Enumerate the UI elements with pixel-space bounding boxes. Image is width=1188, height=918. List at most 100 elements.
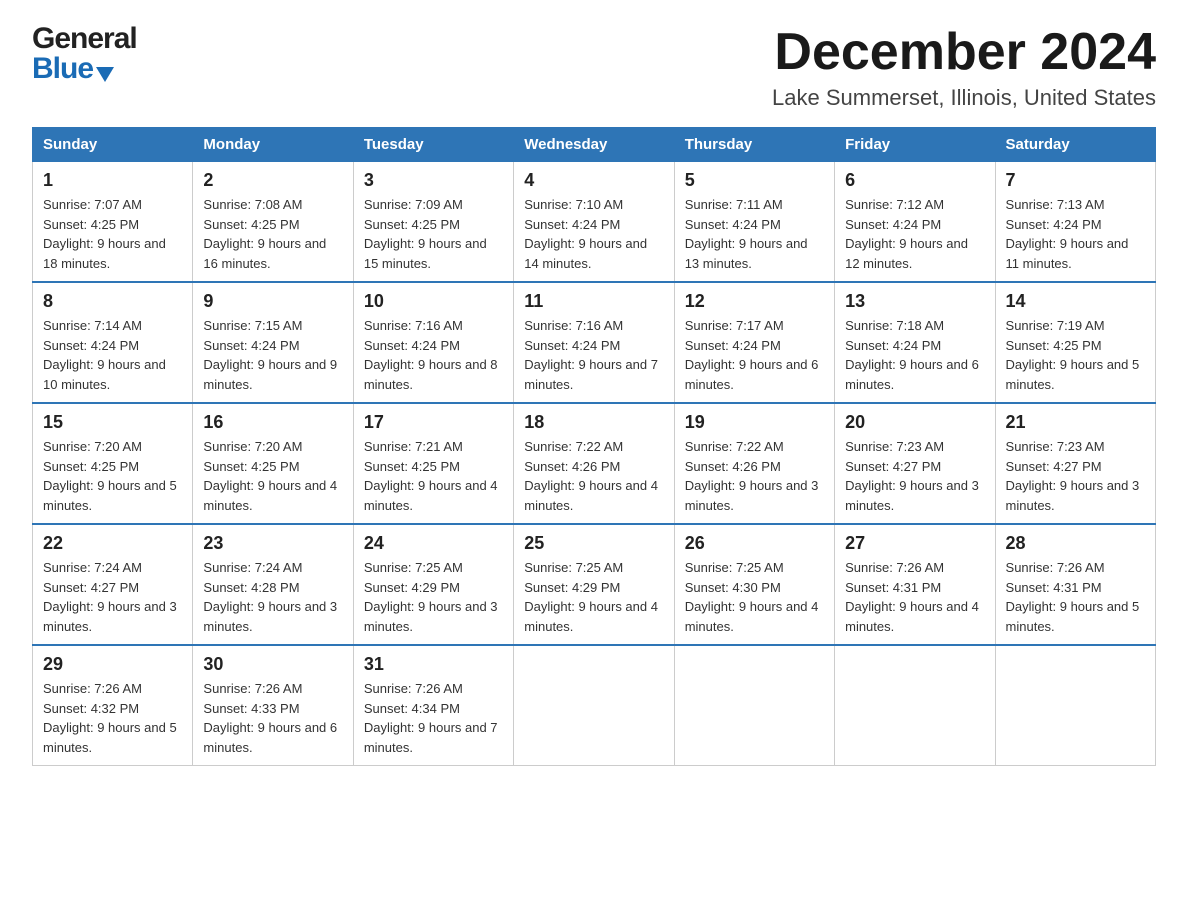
day-cell: 27 Sunrise: 7:26 AMSunset: 4:31 PMDayligh… <box>835 524 995 645</box>
week-row-3: 15 Sunrise: 7:20 AMSunset: 4:25 PMDayligh… <box>33 403 1156 524</box>
day-info: Sunrise: 7:26 AMSunset: 4:31 PMDaylight:… <box>845 558 984 636</box>
col-header-monday: Monday <box>193 128 353 162</box>
day-number: 16 <box>203 412 342 433</box>
day-info: Sunrise: 7:18 AMSunset: 4:24 PMDaylight:… <box>845 316 984 394</box>
logo-arrow-icon <box>96 67 114 82</box>
day-number: 21 <box>1006 412 1145 433</box>
logo-blue: Blue <box>32 54 137 84</box>
day-cell: 29Sunrise: 7:26 AMSunset: 4:32 PMDayligh… <box>33 645 193 766</box>
day-info: Sunrise: 7:17 AMSunset: 4:24 PMDaylight:… <box>685 316 824 394</box>
day-info: Sunrise: 7:24 AMSunset: 4:27 PMDaylight:… <box>43 558 182 636</box>
day-number: 17 <box>364 412 503 433</box>
day-cell: 13 Sunrise: 7:18 AMSunset: 4:24 PMDayligh… <box>835 282 995 403</box>
location-title: Lake Summerset, Illinois, United States <box>772 85 1156 111</box>
day-cell: 31Sunrise: 7:26 AMSunset: 4:34 PMDayligh… <box>353 645 513 766</box>
week-row-1: 1 Sunrise: 7:07 AMSunset: 4:25 PMDaylight… <box>33 162 1156 283</box>
day-info: Sunrise: 7:13 AMSunset: 4:24 PMDaylight:… <box>1006 195 1145 273</box>
day-cell: 14 Sunrise: 7:19 AMSunset: 4:25 PMDayligh… <box>995 282 1155 403</box>
day-info: Sunrise: 7:21 AMSunset: 4:25 PMDaylight:… <box>364 437 503 515</box>
day-info: Sunrise: 7:07 AMSunset: 4:25 PMDaylight:… <box>43 195 182 273</box>
col-header-tuesday: Tuesday <box>353 128 513 162</box>
day-info: Sunrise: 7:24 AMSunset: 4:28 PMDaylight:… <box>203 558 342 636</box>
day-info: Sunrise: 7:16 AMSunset: 4:24 PMDaylight:… <box>524 316 663 394</box>
title-area: December 2024 Lake Summerset, Illinois, … <box>772 24 1156 111</box>
day-number: 15 <box>43 412 182 433</box>
logo: General Blue <box>32 24 137 84</box>
day-cell <box>995 645 1155 766</box>
day-number: 26 <box>685 533 824 554</box>
day-cell: 8 Sunrise: 7:14 AMSunset: 4:24 PMDaylight… <box>33 282 193 403</box>
day-info: Sunrise: 7:11 AMSunset: 4:24 PMDaylight:… <box>685 195 824 273</box>
day-cell: 19 Sunrise: 7:22 AMSunset: 4:26 PMDayligh… <box>674 403 834 524</box>
day-cell: 20 Sunrise: 7:23 AMSunset: 4:27 PMDayligh… <box>835 403 995 524</box>
day-number: 20 <box>845 412 984 433</box>
day-info: Sunrise: 7:20 AMSunset: 4:25 PMDaylight:… <box>203 437 342 515</box>
day-number: 23 <box>203 533 342 554</box>
col-header-wednesday: Wednesday <box>514 128 674 162</box>
day-cell: 12Sunrise: 7:17 AMSunset: 4:24 PMDayligh… <box>674 282 834 403</box>
day-cell: 1 Sunrise: 7:07 AMSunset: 4:25 PMDaylight… <box>33 162 193 283</box>
day-info: Sunrise: 7:09 AMSunset: 4:25 PMDaylight:… <box>364 195 503 273</box>
header: General Blue December 2024 Lake Summerse… <box>32 24 1156 111</box>
day-cell <box>674 645 834 766</box>
day-cell: 3 Sunrise: 7:09 AMSunset: 4:25 PMDaylight… <box>353 162 513 283</box>
col-header-sunday: Sunday <box>33 128 193 162</box>
day-info: Sunrise: 7:14 AMSunset: 4:24 PMDaylight:… <box>43 316 182 394</box>
day-cell: 15 Sunrise: 7:20 AMSunset: 4:25 PMDayligh… <box>33 403 193 524</box>
day-cell: 11 Sunrise: 7:16 AMSunset: 4:24 PMDayligh… <box>514 282 674 403</box>
day-info: Sunrise: 7:15 AMSunset: 4:24 PMDaylight:… <box>203 316 342 394</box>
day-number: 6 <box>845 170 984 191</box>
day-cell: 23 Sunrise: 7:24 AMSunset: 4:28 PMDayligh… <box>193 524 353 645</box>
day-number: 3 <box>364 170 503 191</box>
day-info: Sunrise: 7:20 AMSunset: 4:25 PMDaylight:… <box>43 437 182 515</box>
day-info: Sunrise: 7:23 AMSunset: 4:27 PMDaylight:… <box>845 437 984 515</box>
day-info: Sunrise: 7:22 AMSunset: 4:26 PMDaylight:… <box>685 437 824 515</box>
day-info: Sunrise: 7:12 AMSunset: 4:24 PMDaylight:… <box>845 195 984 273</box>
day-cell: 24 Sunrise: 7:25 AMSunset: 4:29 PMDayligh… <box>353 524 513 645</box>
logo-general: General <box>32 24 137 54</box>
day-info: Sunrise: 7:26 AMSunset: 4:32 PMDaylight:… <box>43 679 182 757</box>
day-info: Sunrise: 7:22 AMSunset: 4:26 PMDaylight:… <box>524 437 663 515</box>
day-number: 11 <box>524 291 663 312</box>
day-info: Sunrise: 7:25 AMSunset: 4:29 PMDaylight:… <box>364 558 503 636</box>
day-number: 14 <box>1006 291 1145 312</box>
day-number: 30 <box>203 654 342 675</box>
day-number: 4 <box>524 170 663 191</box>
calendar-table: SundayMondayTuesdayWednesdayThursdayFrid… <box>32 127 1156 766</box>
day-number: 9 <box>203 291 342 312</box>
day-info: Sunrise: 7:10 AMSunset: 4:24 PMDaylight:… <box>524 195 663 273</box>
day-info: Sunrise: 7:08 AMSunset: 4:25 PMDaylight:… <box>203 195 342 273</box>
day-number: 10 <box>364 291 503 312</box>
day-cell: 10 Sunrise: 7:16 AMSunset: 4:24 PMDayligh… <box>353 282 513 403</box>
week-row-5: 29Sunrise: 7:26 AMSunset: 4:32 PMDayligh… <box>33 645 1156 766</box>
day-info: Sunrise: 7:25 AMSunset: 4:30 PMDaylight:… <box>685 558 824 636</box>
day-number: 18 <box>524 412 663 433</box>
col-header-friday: Friday <box>835 128 995 162</box>
day-cell <box>514 645 674 766</box>
day-cell: 17 Sunrise: 7:21 AMSunset: 4:25 PMDayligh… <box>353 403 513 524</box>
week-row-2: 8 Sunrise: 7:14 AMSunset: 4:24 PMDaylight… <box>33 282 1156 403</box>
month-title: December 2024 <box>772 24 1156 81</box>
day-number: 1 <box>43 170 182 191</box>
day-cell: 21 Sunrise: 7:23 AMSunset: 4:27 PMDayligh… <box>995 403 1155 524</box>
day-cell: 7 Sunrise: 7:13 AMSunset: 4:24 PMDaylight… <box>995 162 1155 283</box>
day-cell: 16 Sunrise: 7:20 AMSunset: 4:25 PMDayligh… <box>193 403 353 524</box>
day-number: 13 <box>845 291 984 312</box>
day-number: 7 <box>1006 170 1145 191</box>
col-header-saturday: Saturday <box>995 128 1155 162</box>
day-number: 24 <box>364 533 503 554</box>
day-number: 5 <box>685 170 824 191</box>
day-cell: 6 Sunrise: 7:12 AMSunset: 4:24 PMDaylight… <box>835 162 995 283</box>
day-number: 27 <box>845 533 984 554</box>
day-cell: 9 Sunrise: 7:15 AMSunset: 4:24 PMDaylight… <box>193 282 353 403</box>
day-info: Sunrise: 7:19 AMSunset: 4:25 PMDaylight:… <box>1006 316 1145 394</box>
day-cell: 18 Sunrise: 7:22 AMSunset: 4:26 PMDayligh… <box>514 403 674 524</box>
day-info: Sunrise: 7:16 AMSunset: 4:24 PMDaylight:… <box>364 316 503 394</box>
day-info: Sunrise: 7:26 AMSunset: 4:34 PMDaylight:… <box>364 679 503 757</box>
day-cell: 22 Sunrise: 7:24 AMSunset: 4:27 PMDayligh… <box>33 524 193 645</box>
day-number: 19 <box>685 412 824 433</box>
day-info: Sunrise: 7:23 AMSunset: 4:27 PMDaylight:… <box>1006 437 1145 515</box>
day-number: 8 <box>43 291 182 312</box>
day-cell: 4 Sunrise: 7:10 AMSunset: 4:24 PMDaylight… <box>514 162 674 283</box>
day-number: 22 <box>43 533 182 554</box>
